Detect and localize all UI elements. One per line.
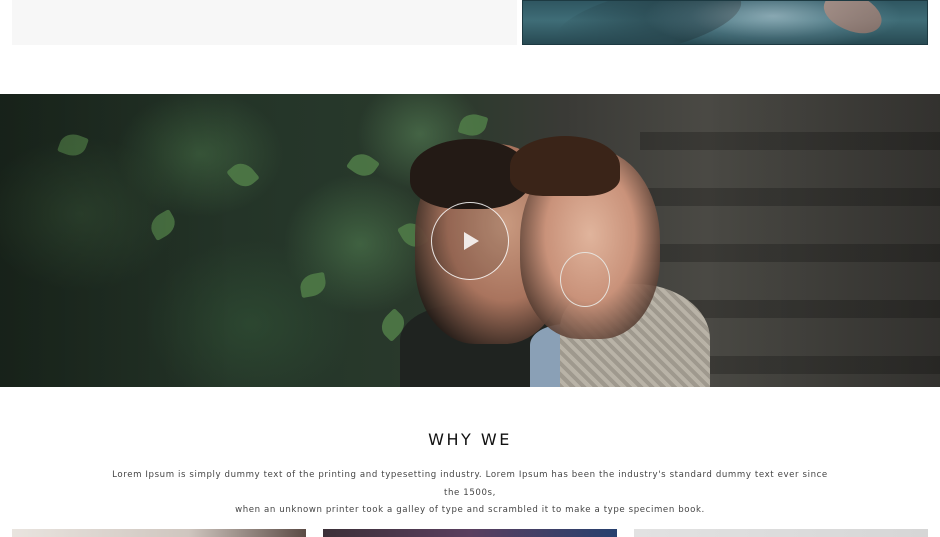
why-we-title: WHY WE [428,430,512,449]
feature-thumbnail-2[interactable] [323,529,617,537]
video-play-button[interactable] [431,202,509,280]
play-icon [464,232,479,250]
top-left-panel [12,0,517,45]
feature-thumbnail-1[interactable] [12,529,306,537]
video-hero [0,94,940,387]
top-right-photo [522,0,928,45]
feature-thumbnail-3[interactable] [634,529,928,537]
why-we-description-line2: when an unknown printer took a galley of… [235,505,705,515]
why-we-description: Lorem Ipsum is simply dummy text of the … [110,467,830,520]
why-we-description-line1: Lorem Ipsum is simply dummy text of the … [112,470,828,498]
